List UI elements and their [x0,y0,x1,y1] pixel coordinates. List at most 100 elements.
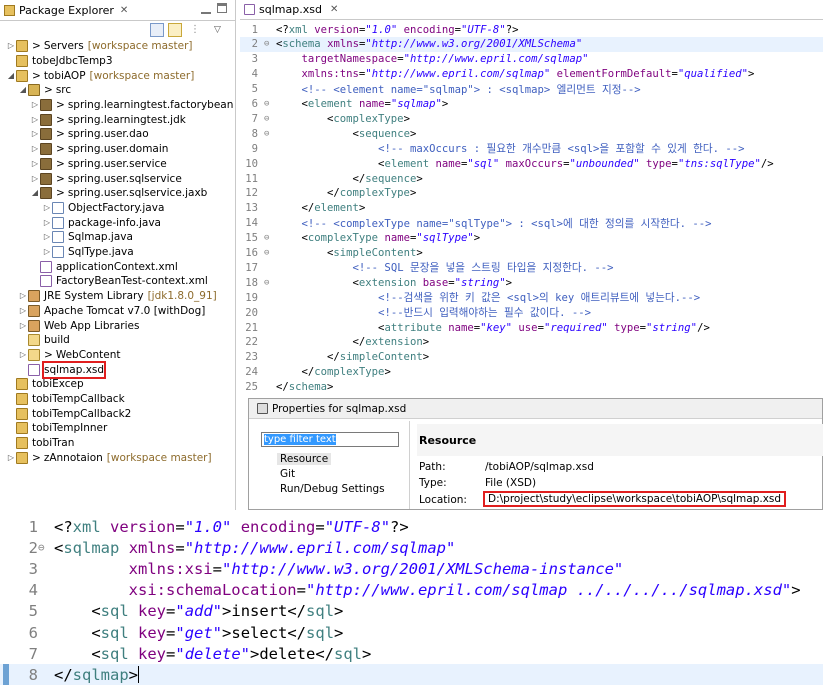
code-line[interactable]: 8 ⊖ < sequence > [240,126,823,141]
fold-icon[interactable]: ⊖ [264,233,276,243]
code-line[interactable]: 5 < sql key = "add" >insert</sql > [0,601,344,622]
code-line[interactable]: 25 </schema > [240,380,823,395]
tree-item[interactable]: tobiTempCallback2 [6,407,131,422]
tree-item[interactable]: ▷ package-info.java [42,215,161,230]
tree-item[interactable]: tobiTran [6,436,74,451]
fold-icon[interactable]: ⊖ [264,114,276,124]
code-line[interactable]: 9 <!-- maxOccurs : 필요한 개수만큼 <sql>을 포함할 수… [240,141,823,156]
code-line[interactable]: 2 ⊖ < schema xmlns = "http://www.w3.org/2001/… [240,36,823,52]
collapsed-twisty-icon[interactable]: ▷ [6,451,16,465]
expanded-twisty-icon[interactable]: ◢ [18,83,28,97]
collapsed-twisty-icon[interactable]: ▷ [30,113,40,127]
collapsed-twisty-icon[interactable]: ▷ [42,216,52,230]
code-line[interactable]: 15 ⊖ < complexType name = "sqlType" > [240,231,823,246]
tree-item[interactable]: ▷ > spring.user.domain [30,142,168,157]
code-line[interactable]: 1 <? xml version = "1.0" encoding = "UTF-8" ?> [240,22,823,37]
code-line[interactable]: 5 <!-- <element name="sqlmap"> : <sqlmap… [240,82,823,97]
close-icon[interactable]: ✕ [120,5,128,16]
code-line[interactable]: 12 </complexType > [240,186,823,201]
expanded-twisty-icon[interactable]: ◢ [6,69,16,83]
maximize-icon[interactable] [217,3,227,13]
tree-item[interactable]: ▷ > spring.user.service [30,157,167,172]
tree-item[interactable]: ▷ > spring.learningtest.factorybean [30,98,233,113]
code-line[interactable]: 4 xmlns:tns = "http://www.epril.com/sqlmap… [240,67,823,82]
collapsed-twisty-icon[interactable]: ▷ [42,230,52,244]
tree-item[interactable]: ▷ > spring.learningtest.jdk [30,113,186,128]
link-with-editor-icon[interactable] [168,23,182,37]
collapsed-twisty-icon[interactable]: ▷ [42,245,52,259]
nav-item-git[interactable]: Git [277,468,298,480]
collapsed-twisty-icon[interactable]: ▷ [6,39,16,53]
expanded-twisty-icon[interactable]: ◢ [30,186,40,200]
collapsed-twisty-icon[interactable]: ▷ [30,157,40,171]
close-icon[interactable]: ✕ [330,4,338,15]
chevron-down-icon[interactable]: ▽ [214,23,228,37]
code-line[interactable]: 7 < sql key = "delete" >delete</sql > [0,643,372,664]
tree-item[interactable]: tobiTempInner [6,421,107,436]
tree-item[interactable]: tobiTempCallback [6,392,125,407]
collapsed-twisty-icon[interactable]: ▷ [18,304,28,318]
code-line[interactable]: 4 xsi:schemaLocation = "http://www.epril.c… [0,580,801,601]
collapsed-twisty-icon[interactable]: ▷ [30,172,40,186]
tree-item[interactable]: ◢ > src [18,83,71,98]
code-line[interactable]: 6 ⊖ < element name = "sqlmap" > [240,97,823,112]
collapsed-twisty-icon[interactable]: ▷ [30,98,40,112]
collapsed-twisty-icon[interactable]: ▷ [30,142,40,156]
tree-item[interactable]: ▷ > Servers [workspace master] [6,39,193,54]
nav-item-run-debug[interactable]: Run/Debug Settings [277,483,388,495]
view-menu-icon[interactable]: ⋮ [190,23,204,37]
code-line[interactable]: 7 ⊖ < complexType > [240,111,823,126]
tree-item[interactable]: sqlmap.xsd [18,360,107,379]
tree-item[interactable]: ▷ > WebContent [18,348,120,363]
fold-icon[interactable]: ⊖ [264,99,276,109]
code-line[interactable]: 14 <!-- <complexType name="sqlType"> : <… [240,216,823,231]
code-line[interactable]: 13 </element > [240,201,823,216]
collapsed-twisty-icon[interactable]: ▷ [30,127,40,141]
tree-item[interactable]: ▷ Web App Libraries [18,318,139,333]
tree-item[interactable]: ▷ JRE System Library [jdk1.8.0_91] [18,289,217,304]
tree-item[interactable]: ▷ > zAnnotaion [workspace master] [6,451,212,466]
collapse-all-icon[interactable] [150,23,164,37]
fold-icon[interactable]: ⊖ [264,39,276,49]
collapsed-twisty-icon[interactable]: ▷ [18,319,28,333]
code-line[interactable]: 22 </extension > [240,335,823,350]
tree-item[interactable]: ▷ ObjectFactory.java [42,201,164,216]
nav-item-resource[interactable]: Resource [277,453,332,465]
tree-item[interactable]: ◢ > tobiAOP [workspace master] [6,68,194,83]
code-line[interactable]: 8 </sqlmap > [0,664,823,686]
code-line[interactable]: 20 <!--반드시 입력해야하는 필수 값이다. --> [240,305,823,320]
code-line[interactable]: 21 < attribute name = "key" use = "required" … [240,320,823,335]
editor-tab[interactable]: sqlmap.xsd ✕ [240,0,823,20]
code-line[interactable]: 3 targetNamespace = "http://www.epril.com/… [240,52,823,67]
code-line[interactable]: 16 ⊖ < simpleContent > [240,246,823,261]
tree-item[interactable]: ▷ SqlType.java [42,245,134,260]
code-line[interactable]: 18 ⊖ < extension base = "string" > [240,275,823,290]
code-line[interactable]: 1 <? xml version = "1.0" encoding = "UTF-8" ?> [0,516,409,537]
code-line[interactable]: 3 xmlns:xsi = "http://www.w3.org/2001/XMLS… [0,558,624,579]
collapsed-twisty-icon[interactable]: ▷ [18,348,28,362]
tree-item[interactable]: ◢ > spring.user.sqlservice.jaxb [30,186,207,201]
sqlmap-xml-editor[interactable]: 1 <? xml version = "1.0" encoding = "UTF-8" ?> 2… [0,512,823,689]
code-line[interactable]: 23 </simpleContent > [240,350,823,365]
tree-item[interactable]: ▷ Sqlmap.java [42,230,133,245]
collapsed-twisty-icon[interactable]: ▷ [42,201,52,215]
filter-input[interactable]: type filter text [261,432,399,447]
tree-item[interactable]: applicationContext.xml [30,260,178,275]
code-line[interactable]: 10 < element name = "sql" maxOccurs = "unboun… [240,156,823,171]
tree-item[interactable]: tobeJdbcTemp3 [6,54,113,69]
tree-item[interactable]: ▷ Apache Tomcat v7.0 [withDog] [18,304,205,319]
minimize-icon[interactable] [201,4,211,14]
code-line[interactable]: 24 </complexType > [240,365,823,380]
code-line[interactable]: 2 ⊖ < sqlmap xmlns = "http://www.epril.com/sq… [0,537,456,558]
code-line[interactable]: 17 <!-- SQL 문장을 넣을 스트링 타입을 지정한다. --> [240,260,823,275]
code-line[interactable]: 19 <!--검색을 위한 키 값은 <sql>의 key 애트리뷰트에 넣는다… [240,290,823,305]
tree-item[interactable]: ▷ > spring.user.dao [30,127,149,142]
fold-icon[interactable]: ⊖ [264,278,276,288]
tree-item[interactable]: tobiExcep [6,377,84,392]
code-line[interactable]: 6 < sql key = "get" >select</sql > [0,622,344,643]
collapsed-twisty-icon[interactable]: ▷ [18,289,28,303]
fold-icon[interactable]: ⊖ [264,248,276,258]
tree-item[interactable]: build [18,333,70,348]
tree-item[interactable]: FactoryBeanTest-context.xml [30,274,208,289]
fold-icon[interactable]: ⊖ [38,541,50,554]
